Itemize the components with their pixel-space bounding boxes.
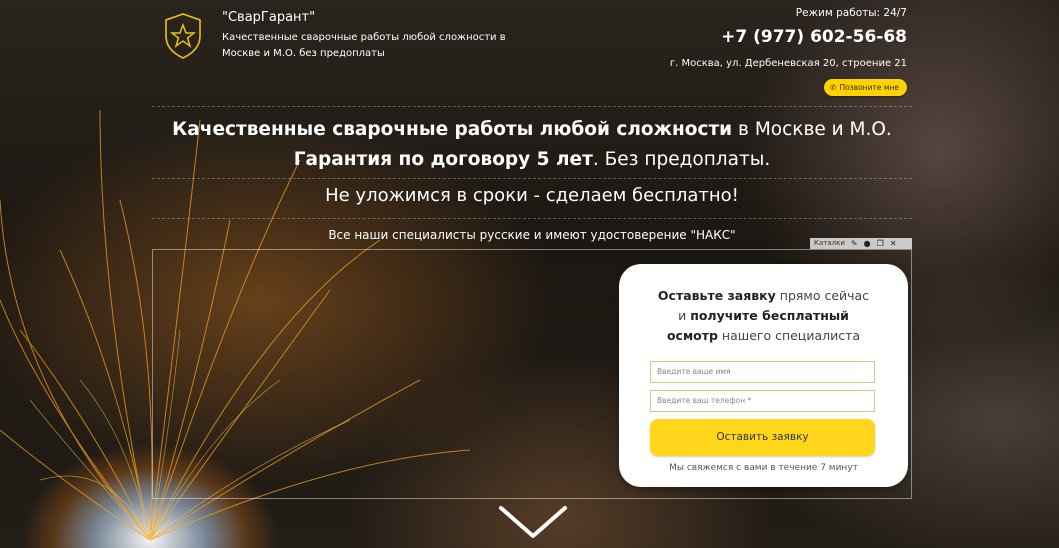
response-time-note: Мы свяжемся с вами в течение 7 минут [669, 463, 858, 473]
site-header: "СварГарант" Качественные сварочные рабо… [0, 0, 1059, 100]
phone-number[interactable]: +7 (977) 602-56-68 [721, 27, 907, 47]
wrench-icon[interactable]: ✎ [851, 238, 858, 249]
form-title-bold-3: осмотр [666, 328, 718, 343]
toolbar-label: Каталки [814, 239, 845, 247]
phone-icon: ✆ [830, 83, 837, 92]
block-edit-toolbar[interactable]: Каталки ✎ ● ❐ ✕ [810, 238, 912, 249]
submit-button[interactable]: Оставить заявку [650, 419, 875, 456]
shield-star-icon [165, 13, 201, 59]
form-title: Оставьте заявку прямо сейчас и получите … [619, 286, 908, 346]
brand-name: "СварГарант" [222, 10, 316, 25]
phone-input[interactable]: Введите ваш телефон * [650, 390, 875, 412]
naks-note: Все наши специалисты русские и имеют удо… [328, 228, 736, 242]
chevron-down-icon[interactable] [498, 504, 568, 540]
working-hours: Режим работы: 24/7 [795, 7, 907, 19]
hero-headline: Качественные сварочные работы любой слож… [152, 115, 912, 175]
headline-rest: в Москве и М.О. [732, 119, 892, 140]
headline-bold: Качественные сварочные работы любой слож… [172, 119, 733, 140]
form-title-text-1: прямо сейчас [775, 288, 870, 303]
call-me-label: Позвоните мне [839, 83, 899, 92]
form-title-bold-1: Оставьте заявку [657, 288, 776, 303]
name-input[interactable]: Введите ваше имя [650, 361, 875, 383]
drop-icon[interactable]: ● [864, 238, 871, 249]
guarantee-rest: . Без предоплаты. [592, 149, 771, 170]
copy-icon[interactable]: ❐ [877, 238, 884, 249]
form-title-bold-2: получите бесплатный [690, 308, 849, 323]
form-title-text-3: нашего специалиста [717, 328, 861, 343]
brand-tagline: Качественные сварочные работы любой слож… [222, 32, 506, 59]
call-me-button[interactable]: ✆ Позвоните мне [824, 79, 907, 96]
form-title-text-2: и [678, 308, 691, 323]
divider [152, 218, 912, 219]
divider [152, 106, 912, 107]
hero-subheadline: Не уложимся в сроки - сделаем бесплатно! [325, 185, 739, 206]
guarantee-bold: Гарантия по договору 5 лет [293, 149, 593, 170]
address: г. Москва, ул. Дербеневская 20, строение… [669, 58, 907, 69]
divider [152, 178, 912, 179]
lead-form: Оставьте заявку прямо сейчас и получите … [619, 264, 908, 487]
close-icon[interactable]: ✕ [890, 238, 897, 249]
